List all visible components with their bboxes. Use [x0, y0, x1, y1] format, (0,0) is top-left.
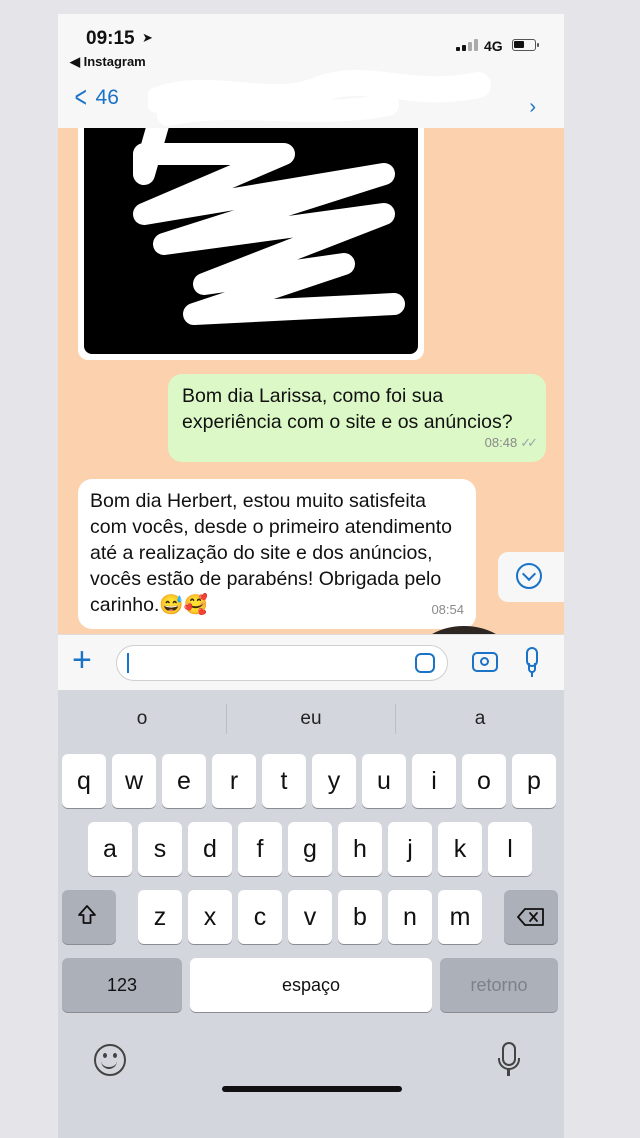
read-ticks-icon: ✓✓	[520, 435, 538, 450]
battery-icon	[512, 39, 539, 51]
network-type: 4G	[484, 38, 503, 54]
redaction-scribble	[133, 128, 405, 325]
redacted-image	[84, 128, 418, 354]
text-caret	[127, 653, 129, 673]
message-input-bar: +	[58, 634, 564, 691]
key-n[interactable]: n	[388, 890, 432, 944]
chevron-right-icon[interactable]: ›	[529, 96, 536, 119]
chat-area: Bom dia Larissa, como foi sua experiênci…	[58, 128, 564, 648]
back-to-app-link[interactable]: ◀ Instagram	[70, 54, 146, 70]
key-c[interactable]: c	[238, 890, 282, 944]
key-e[interactable]: e	[162, 754, 206, 808]
unread-count: 46	[95, 86, 119, 109]
chat-header: < 46 ›	[58, 70, 564, 129]
key-q[interactable]: q	[62, 754, 106, 808]
message-text: Bom dia Herbert, estou muito satisfeita …	[90, 490, 453, 616]
shift-arrow-icon	[78, 905, 96, 924]
sticker-icon[interactable]	[415, 653, 435, 673]
key-t[interactable]: t	[262, 754, 306, 808]
key-o[interactable]: o	[462, 754, 506, 808]
scroll-to-bottom-button[interactable]	[498, 552, 564, 602]
keyboard: o eu a q w e r t y u i o p a s d f g h j…	[58, 690, 564, 1138]
outgoing-message[interactable]: Bom dia Larissa, como foi sua experiênci…	[168, 374, 546, 462]
message-time: 08:54	[431, 602, 464, 617]
key-g[interactable]: g	[288, 822, 332, 876]
return-key[interactable]: retorno	[440, 958, 558, 1012]
backspace-icon	[517, 908, 544, 926]
redaction-scribble	[148, 70, 491, 126]
message-meta: 08:54	[431, 597, 464, 623]
suggestion-item[interactable]: o	[58, 708, 226, 730]
key-f[interactable]: f	[238, 822, 282, 876]
phone-screen: 09:15 ➤ ◀ Instagram 4G < 46 › Bom dia La…	[58, 14, 564, 1138]
key-h[interactable]: h	[338, 822, 382, 876]
incoming-message[interactable]: Bom dia Herbert, estou muito satisfeita …	[78, 479, 476, 629]
key-s[interactable]: s	[138, 822, 182, 876]
key-u[interactable]: u	[362, 754, 406, 808]
key-z[interactable]: z	[138, 890, 182, 944]
message-meta: 08:48 ✓✓	[484, 430, 538, 456]
key-d[interactable]: d	[188, 822, 232, 876]
space-key[interactable]: espaço	[190, 958, 432, 1012]
key-a[interactable]: a	[88, 822, 132, 876]
emoji-icon[interactable]	[94, 1044, 126, 1076]
back-button[interactable]: < 46	[72, 81, 119, 114]
message-text: Bom dia Larissa, como foi sua experiênci…	[182, 385, 513, 433]
key-w[interactable]: w	[112, 754, 156, 808]
key-j[interactable]: j	[388, 822, 432, 876]
key-m[interactable]: m	[438, 890, 482, 944]
key-p[interactable]: p	[512, 754, 556, 808]
chevron-down-icon	[516, 563, 542, 589]
home-indicator[interactable]	[222, 1086, 402, 1092]
key-b[interactable]: b	[338, 890, 382, 944]
key-v[interactable]: v	[288, 890, 332, 944]
key-i[interactable]: i	[412, 754, 456, 808]
numbers-key[interactable]: 123	[62, 958, 182, 1012]
image-message[interactable]	[78, 128, 424, 360]
chevron-left-icon: <	[74, 81, 87, 114]
backspace-key[interactable]	[504, 890, 558, 944]
message-input[interactable]	[116, 645, 448, 681]
dictation-microphone-stand	[498, 1058, 520, 1076]
key-k[interactable]: k	[438, 822, 482, 876]
status-time: 09:15	[86, 28, 135, 49]
camera-icon[interactable]	[472, 652, 498, 672]
shift-key[interactable]	[62, 890, 116, 944]
message-time: 08:48	[484, 435, 518, 450]
suggestion-bar: o eu a	[58, 690, 564, 746]
key-y[interactable]: y	[312, 754, 356, 808]
signal-strength-icon	[456, 39, 478, 51]
status-bar: 09:15 ➤ ◀ Instagram 4G	[58, 14, 564, 74]
plus-icon[interactable]: +	[72, 643, 92, 677]
microphone-stand	[528, 663, 536, 677]
suggestion-item[interactable]: a	[396, 708, 564, 730]
key-x[interactable]: x	[188, 890, 232, 944]
suggestion-item[interactable]: eu	[227, 708, 395, 730]
key-r[interactable]: r	[212, 754, 256, 808]
key-l[interactable]: l	[488, 822, 532, 876]
location-arrow-icon: ➤	[142, 30, 153, 45]
